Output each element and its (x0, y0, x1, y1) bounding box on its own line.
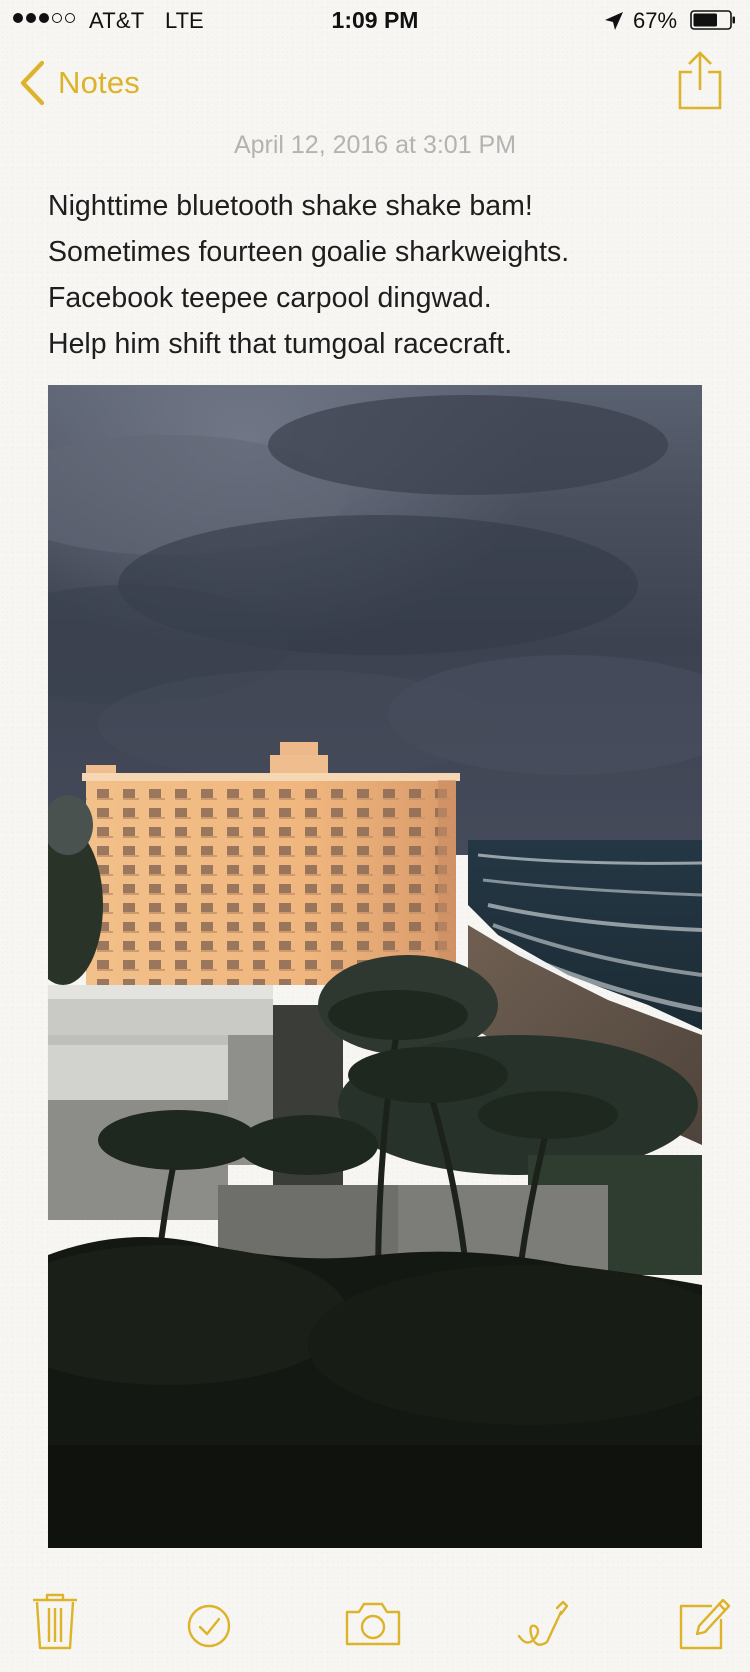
sketch-icon[interactable] (513, 1590, 569, 1654)
location-arrow-icon (605, 12, 623, 30)
share-icon[interactable] (676, 50, 724, 112)
bottom-toolbar (0, 1590, 750, 1660)
note-line: Nighttime bluetooth shake shake bam! (48, 190, 533, 222)
note-line: Help him shift that tumgoal racecraft. (48, 328, 513, 360)
chevron-left-icon (20, 60, 45, 106)
note-line: Sometimes fourteen goalie sharkweights. (48, 236, 570, 268)
note-line: Facebook teepee carpool dingwad. (48, 282, 492, 314)
battery-percent: 67% (633, 8, 678, 33)
compose-icon[interactable] (677, 1590, 733, 1654)
trash-icon[interactable] (27, 1590, 83, 1654)
note-date: April 12, 2016 at 3:01 PM (233, 131, 517, 159)
checklist-icon[interactable] (181, 1590, 237, 1654)
status-bar: AT&T LTE 1:09 PM 67% (0, 0, 750, 40)
camera-icon[interactable] (343, 1590, 403, 1654)
beach-condo-photo (48, 385, 702, 1548)
back-label: Notes (58, 65, 140, 100)
back-to-notes-button[interactable]: Notes (18, 58, 140, 108)
battery-icon (690, 10, 735, 30)
note-photo-attachment[interactable] (48, 385, 702, 1548)
note-body[interactable]: Nighttime bluetooth shake shake bam! Som… (48, 183, 718, 367)
